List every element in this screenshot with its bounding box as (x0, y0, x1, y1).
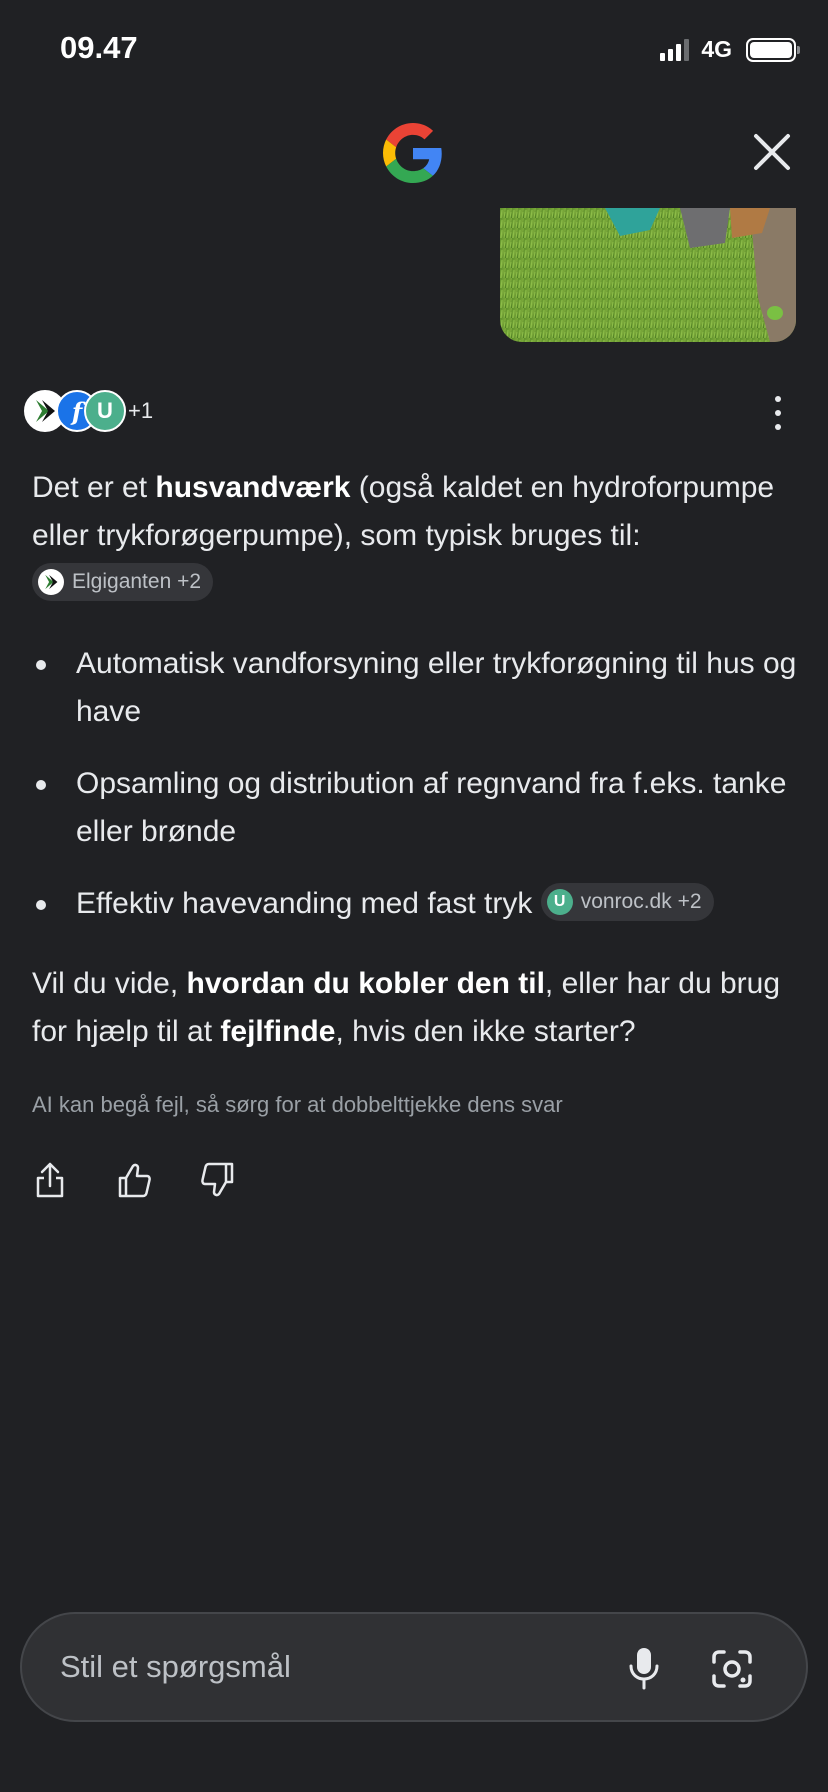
ask-input[interactable] (60, 1614, 540, 1720)
followup-text: , hvis den ikke starter? (335, 1015, 636, 1048)
list-item-text: Effektiv havevanding med fast tryk (76, 887, 533, 920)
followup-bold: hvordan du kobler den til (186, 967, 545, 1000)
thumbs-up-icon[interactable] (116, 1160, 152, 1200)
followup-text: Vil du vide, (32, 967, 187, 1000)
chip-label: vonroc.dk +2 (580, 890, 702, 914)
chip-label: Elgiganten +2 (72, 570, 202, 594)
status-time: 09.47 (60, 30, 138, 65)
thumbs-down-icon[interactable] (200, 1160, 236, 1200)
ai-disclaimer: AI kan begå fejl, så sørg for at dobbelt… (32, 1092, 563, 1117)
share-icon[interactable] (32, 1160, 68, 1200)
more-options-icon[interactable] (768, 396, 788, 430)
answer-bold-term: husvandværk (155, 471, 351, 504)
source-icons[interactable]: f U (24, 390, 134, 432)
elgiganten-icon (38, 569, 64, 596)
list-item: Opsamling og distribution af regnvand fr… (32, 760, 802, 856)
answer-bullet-list: Automatisk vandforsyning eller trykforøg… (32, 640, 802, 952)
battery-icon (746, 37, 800, 62)
answer-paragraph: Det er et husvandværk (også kaldet en hy… (32, 464, 802, 608)
followup-bold: fejlfinde (220, 1015, 336, 1048)
network-label: 4G (701, 36, 732, 62)
google-g-icon (383, 123, 442, 183)
microphone-icon[interactable] (626, 1646, 662, 1690)
feedback-actions (32, 1160, 236, 1200)
list-item: Automatisk vandforsyning eller trykforøg… (32, 640, 802, 736)
sources-more-count[interactable]: +1 (128, 398, 153, 424)
source-chip-elgiganten[interactable]: Elgiganten +2 (32, 563, 214, 602)
google-lens-icon[interactable] (710, 1648, 754, 1690)
signal-icon (660, 38, 690, 61)
answer-text: Det er et (32, 471, 156, 504)
vonroc-icon: U (84, 390, 126, 432)
followup-question: Vil du vide, hvordan du kobler den til , … (32, 960, 812, 1056)
close-icon[interactable] (750, 130, 794, 174)
list-item: Effektiv havevanding med fast tryk U von… (32, 880, 802, 928)
screen: 09.47 4G f U +1 Det er et husvandværk (o… (0, 0, 828, 1792)
ask-bar (20, 1612, 808, 1722)
uploaded-image-thumbnail[interactable] (500, 208, 796, 342)
status-indicators: 4G (660, 36, 800, 63)
vonroc-icon: U (546, 889, 573, 916)
source-chip-vonroc[interactable]: U vonroc.dk +2 (540, 883, 714, 922)
